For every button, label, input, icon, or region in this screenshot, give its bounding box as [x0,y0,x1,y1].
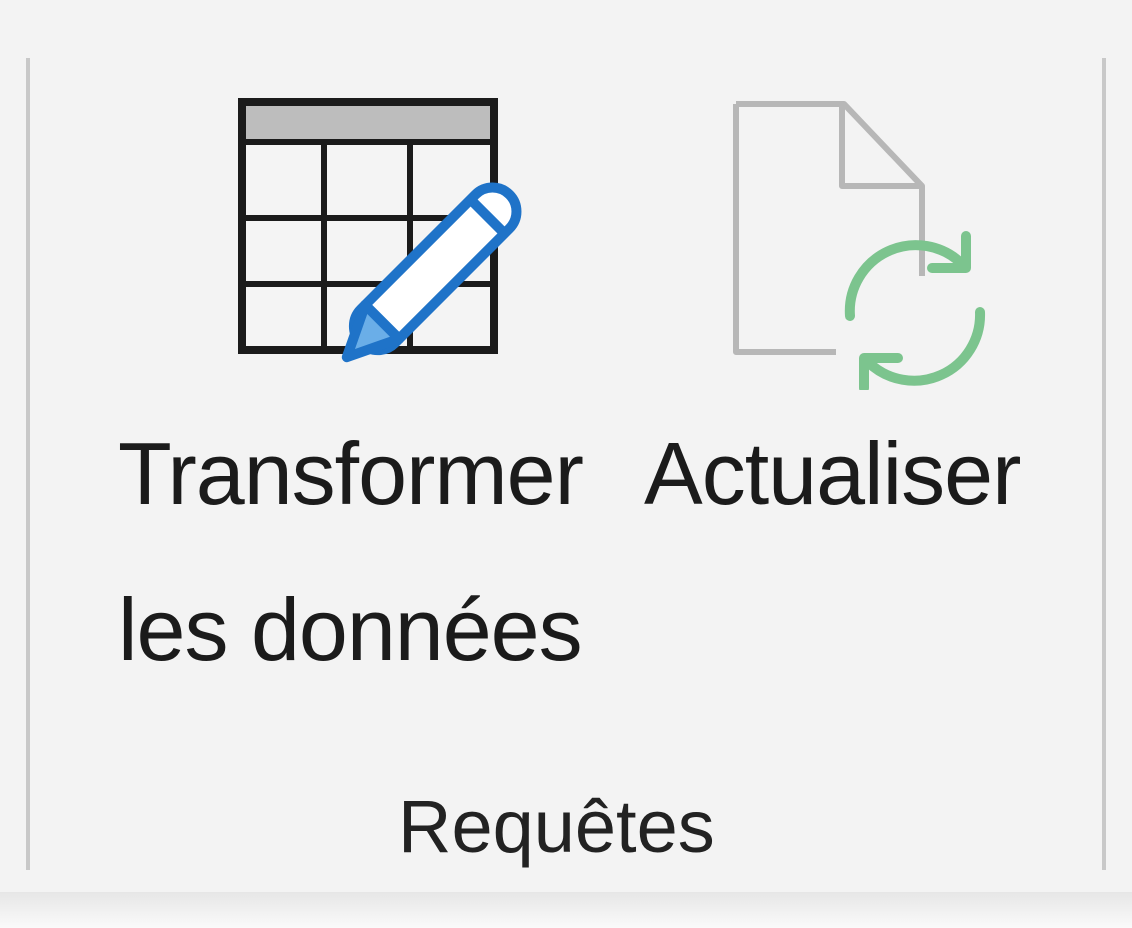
transform-data-button[interactable]: Transformer les données [108,80,638,680]
table-edit-icon [238,98,522,363]
refresh-label: Actualiser [644,424,1021,523]
transform-data-label-line1: Transformer [118,424,584,523]
refresh-button[interactable]: Actualiser [640,80,1060,540]
group-separator-left [26,58,30,870]
group-label: Requêtes [398,785,715,868]
group-separator-right [1102,58,1106,870]
document-refresh-icon [733,101,986,390]
transform-data-label-line2: les données [118,580,583,679]
ribbon-bottom-edge [0,892,1132,928]
ribbon-group-queries: Transformer les données Actualiser Requê… [0,0,1132,928]
